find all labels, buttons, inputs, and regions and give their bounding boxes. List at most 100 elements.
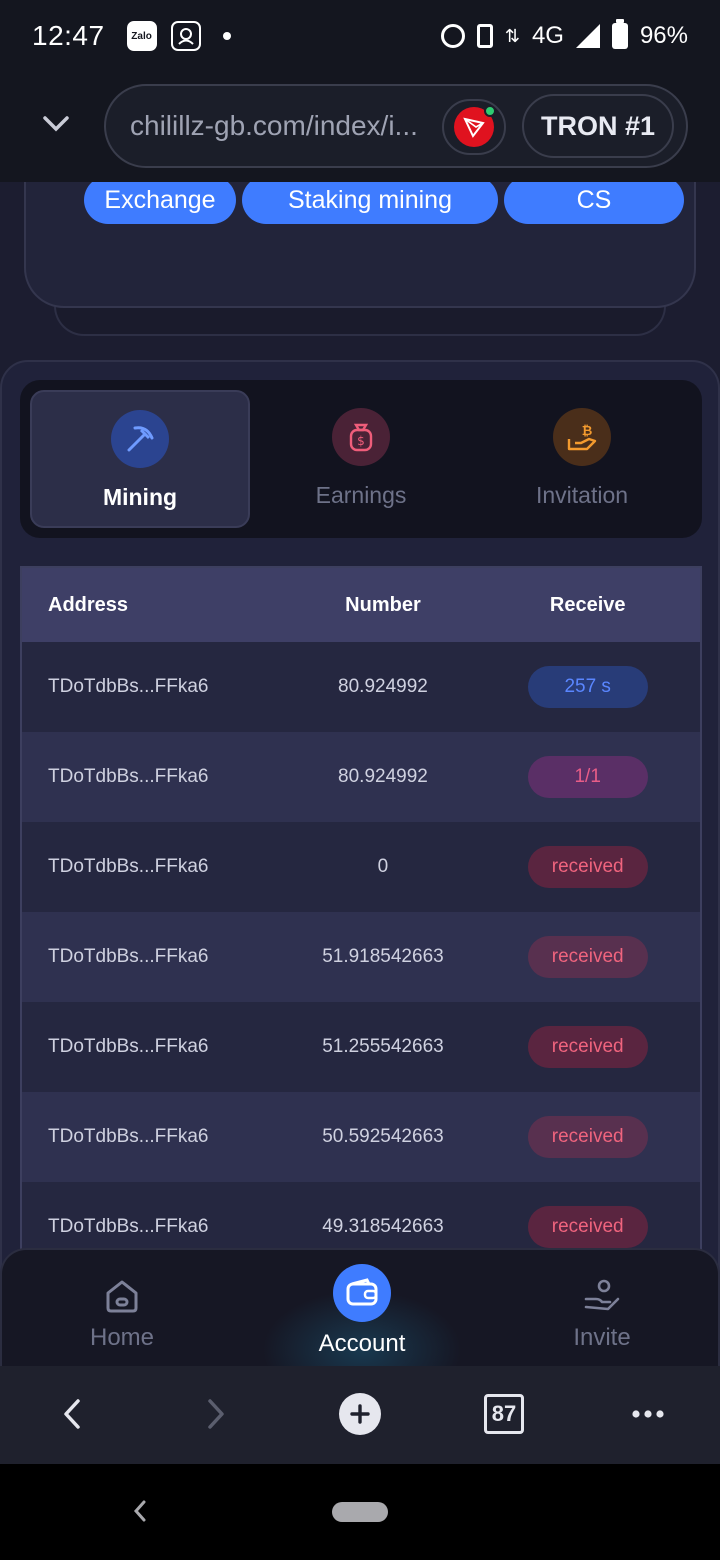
customer-service-button[interactable]: CS — [504, 182, 684, 224]
nav-home[interactable]: Home — [42, 1250, 202, 1366]
app-notification-icon — [170, 21, 201, 51]
home-gesture-pill[interactable] — [332, 1502, 388, 1522]
network-type: 4G — [531, 22, 564, 49]
row-receive-cell: 1/1 — [475, 756, 700, 798]
row-number: 49.318542663 — [322, 1216, 444, 1237]
row-receive-cell: received — [475, 1026, 700, 1068]
row-address: TDoTdbBs...FFka6 — [48, 1126, 209, 1147]
pickaxe-icon — [111, 410, 169, 468]
back-button[interactable] — [48, 1390, 96, 1438]
signal-icon — [575, 24, 600, 48]
tab-mining[interactable]: Mining — [30, 390, 250, 528]
row-receive-cell: received — [475, 1206, 700, 1248]
battery-icon — [611, 19, 628, 49]
table-row: TDoTdbBs...FFka6 51.918542663 received — [22, 912, 700, 1002]
header-number: Number — [345, 593, 421, 616]
row-number: 80.924992 — [338, 676, 428, 697]
svg-text:$: $ — [357, 434, 365, 448]
table-row: TDoTdbBs...FFka6 80.924992 257 s — [22, 642, 700, 732]
header-receive: Receive — [549, 593, 626, 616]
table-header: Address Number Receive — [22, 568, 700, 642]
row-receive-cell: received — [475, 1116, 700, 1158]
forward-button[interactable] — [192, 1390, 240, 1438]
account-card: Exchange Staking mining CS — [24, 182, 696, 308]
url-field[interactable]: chilillz-gb.com/index/i... TRON #1 — [104, 84, 688, 168]
received-badge: received — [527, 936, 648, 978]
row-number: 0 — [377, 856, 389, 877]
status-time: 12:47 — [32, 20, 105, 51]
row-number: 80.924992 — [338, 766, 428, 787]
nav-account-label: Account — [318, 1330, 406, 1357]
row-receive-cell: received — [475, 846, 700, 888]
tab-bar: Mining $ Earnings ₿ Invitation — [20, 380, 702, 538]
action-buttons: Exchange Staking mining CS — [84, 182, 684, 224]
row-address: TDoTdbBs...FFka6 — [48, 946, 209, 967]
row-receive-cell: received — [475, 936, 700, 978]
tab-invitation-label: Invitation — [535, 482, 629, 508]
more-notifications-dot — [222, 32, 231, 40]
browser-url-bar: chilillz-gb.com/index/i... TRON #1 — [0, 72, 720, 182]
table-row: TDoTdbBs...FFka6 50.592542663 received — [22, 1092, 700, 1182]
receive-button[interactable]: 1/1 — [527, 756, 648, 798]
bitcoin-hand-icon: ₿ — [553, 408, 611, 466]
data-arrows-icon: ⇅ — [504, 26, 520, 46]
invite-icon — [582, 1276, 622, 1316]
exchange-button[interactable]: Exchange — [84, 182, 236, 224]
dapp-page: Exchange Staking mining CS Mining $ Earn… — [0, 182, 720, 1366]
wallet-connection-button[interactable] — [442, 99, 506, 155]
row-address: TDoTdbBs...FFka6 — [48, 856, 209, 877]
countdown-badge: 257 s — [527, 666, 648, 708]
table-row: TDoTdbBs...FFka6 51.255542663 received — [22, 1002, 700, 1092]
nav-invite-label: Invite — [573, 1324, 631, 1351]
status-bar: 12:47 Zalo ⇅ 4G 96% — [0, 0, 720, 72]
alarm-icon — [440, 24, 465, 48]
row-address: TDoTdbBs...FFka6 — [48, 1216, 209, 1237]
svg-text:₿: ₿ — [582, 424, 593, 439]
received-badge: received — [527, 846, 648, 888]
url-text[interactable]: chilillz-gb.com/index/i... — [130, 110, 440, 142]
system-status: ⇅ 4G 96% — [440, 19, 688, 50]
chevron-down-icon[interactable] — [40, 108, 72, 140]
row-receive-cell: 257 s — [475, 666, 700, 708]
wallet-icon — [333, 1264, 391, 1322]
tabs-button[interactable]: 87 — [480, 1390, 528, 1438]
browser-toolbar: 87 — [0, 1366, 720, 1464]
received-badge: received — [527, 1116, 648, 1158]
header-address: Address — [48, 593, 129, 616]
battery-percent: 96% — [639, 22, 688, 49]
system-navigation-bar — [0, 1464, 720, 1560]
row-address: TDoTdbBs...FFka6 — [48, 766, 209, 787]
tab-earnings[interactable]: $ Earnings — [251, 390, 471, 528]
nav-invite[interactable]: Invite — [522, 1250, 682, 1366]
bottom-navigation: Home Account Invite — [0, 1248, 720, 1366]
network-button[interactable]: TRON #1 — [522, 94, 674, 158]
records-panel: Mining $ Earnings ₿ Invitation Address N… — [0, 360, 720, 1366]
row-address: TDoTdbBs...FFka6 — [48, 676, 209, 697]
new-tab-button[interactable] — [336, 1390, 384, 1438]
row-address: TDoTdbBs...FFka6 — [48, 1036, 209, 1057]
notification-icons: Zalo — [126, 21, 231, 51]
received-badge: received — [527, 1026, 648, 1068]
tab-earnings-label: Earnings — [315, 482, 407, 508]
row-number: 50.592542663 — [322, 1126, 444, 1147]
mining-records-table: Address Number Receive TDoTdbBs...FFka6 … — [20, 566, 702, 1272]
staking-mining-button[interactable]: Staking mining — [242, 182, 498, 224]
home-icon — [102, 1276, 142, 1316]
system-back-icon[interactable] — [128, 1496, 150, 1531]
plus-icon — [339, 1393, 381, 1435]
more-menu-button[interactable] — [624, 1390, 672, 1438]
vibrate-icon — [476, 24, 493, 48]
received-badge: received — [527, 1206, 648, 1248]
connected-status-dot — [484, 105, 496, 117]
nav-home-label: Home — [89, 1324, 155, 1351]
tron-logo-icon — [454, 105, 496, 147]
tabs-count: 87 — [484, 1394, 524, 1434]
nav-account[interactable]: Account — [282, 1250, 442, 1366]
row-number: 51.255542663 — [322, 1036, 444, 1057]
row-number: 51.918542663 — [322, 946, 444, 967]
money-bag-icon: $ — [332, 408, 390, 466]
tab-invitation[interactable]: ₿ Invitation — [472, 390, 692, 528]
zalo-app-icon: Zalo — [126, 21, 157, 51]
tab-mining-label: Mining — [102, 484, 178, 510]
table-row: TDoTdbBs...FFka6 80.924992 1/1 — [22, 732, 700, 822]
